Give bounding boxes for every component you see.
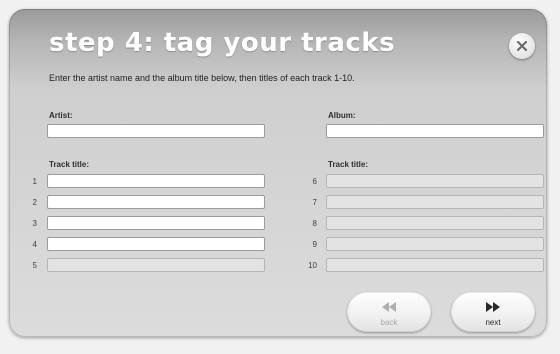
track-title-field-1[interactable] <box>47 174 265 188</box>
page: step 4: tag your tracks Enter the artist… <box>0 0 560 354</box>
track-title-label-left: Track title: <box>49 160 90 169</box>
next-button-label: next <box>485 318 501 327</box>
track-number: 1 <box>32 177 37 186</box>
artist-label: Artist: <box>49 111 73 120</box>
close-button[interactable] <box>509 33 535 59</box>
track-title-field-6[interactable] <box>326 174 544 188</box>
track-number: 8 <box>312 219 317 228</box>
dialog-title: step 4: tag your tracks <box>49 28 396 58</box>
artist-field[interactable] <box>47 124 265 138</box>
track-number: 2 <box>32 198 37 207</box>
track-title-field-3[interactable] <box>47 216 265 230</box>
track-number: 3 <box>32 219 37 228</box>
track-title-field-9[interactable] <box>326 237 544 251</box>
track-title-field-4[interactable] <box>47 237 265 251</box>
track-number: 5 <box>32 261 37 270</box>
track-title-field-2[interactable] <box>47 195 265 209</box>
track-number: 4 <box>32 240 37 249</box>
album-field[interactable] <box>326 124 544 138</box>
track-number: 7 <box>312 198 317 207</box>
track-number: 6 <box>312 177 317 186</box>
rewind-icon <box>382 297 396 316</box>
dialog-instructions: Enter the artist name and the album titl… <box>49 73 355 83</box>
tag-tracks-dialog: step 4: tag your tracks Enter the artist… <box>9 9 547 337</box>
track-number: 9 <box>312 240 317 249</box>
track-title-label-right: Track title: <box>328 160 369 169</box>
track-title-field-10[interactable] <box>326 258 544 272</box>
close-icon <box>516 40 528 52</box>
fast-forward-icon <box>486 297 500 316</box>
back-button[interactable]: back <box>347 292 431 332</box>
album-label: Album: <box>328 111 356 120</box>
track-title-field-7[interactable] <box>326 195 544 209</box>
back-button-label: back <box>380 318 398 327</box>
track-number: 10 <box>308 261 317 270</box>
next-button[interactable]: next <box>451 292 535 332</box>
track-title-field-5[interactable] <box>47 258 265 272</box>
track-title-field-8[interactable] <box>326 216 544 230</box>
